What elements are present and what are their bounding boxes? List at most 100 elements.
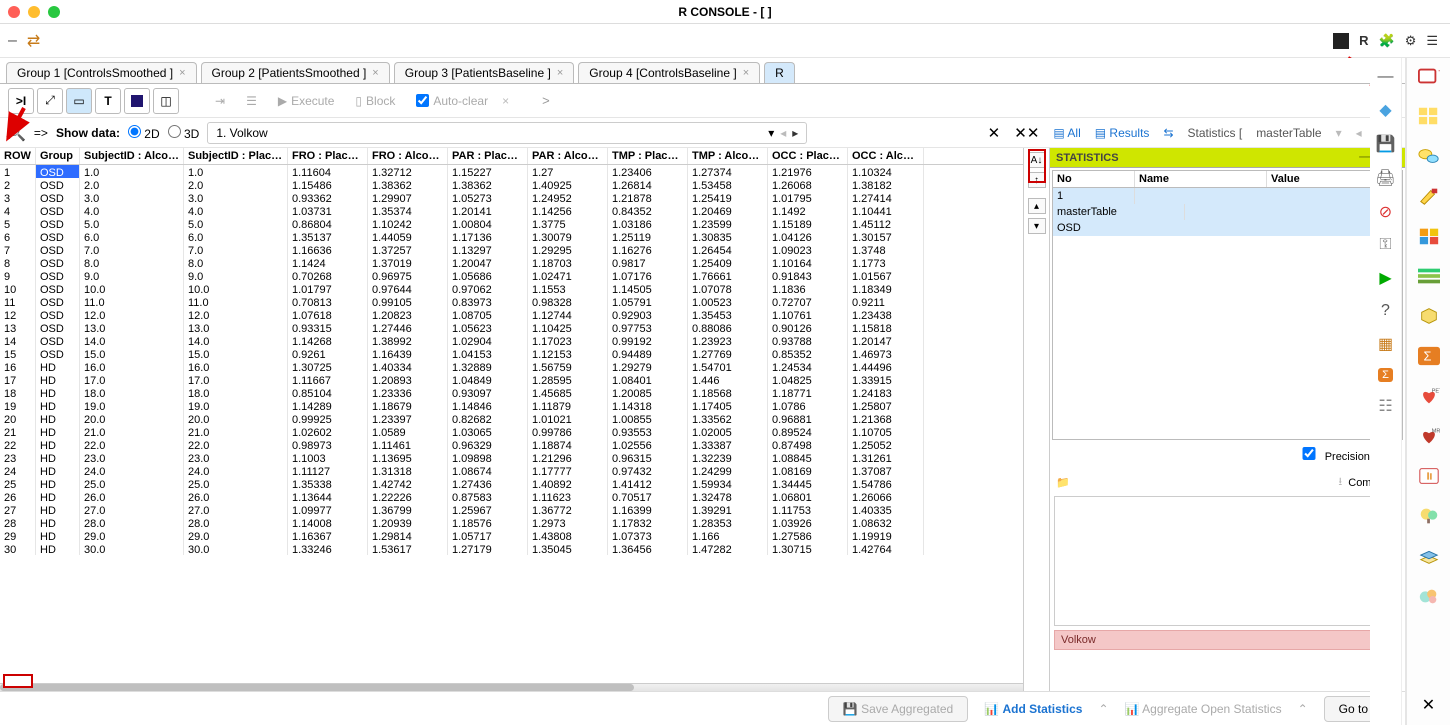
table-row[interactable]: 27HD27.027.01.099771.367991.259671.36772… bbox=[0, 503, 1023, 516]
key-icon[interactable]: ⚿ bbox=[1379, 236, 1391, 254]
tool-squares-icon[interactable] bbox=[1415, 224, 1443, 248]
tool-tree-icon[interactable] bbox=[1415, 504, 1443, 528]
r-letter-icon[interactable]: R bbox=[1359, 33, 1368, 48]
save-aggregated-button[interactable]: 💾 Save Aggregated bbox=[828, 696, 968, 722]
table-header-cell[interactable]: OCC : Placebo bbox=[768, 148, 848, 164]
table-row[interactable]: 21HD21.021.01.026021.05891.030650.997860… bbox=[0, 425, 1023, 438]
aggregate-open-stats-button[interactable]: 📊 Aggregate Open Statistics bbox=[1125, 702, 1282, 716]
down-icon[interactable]: ▾ bbox=[1028, 218, 1046, 234]
annotated-toggle[interactable] bbox=[3, 674, 33, 688]
minus-icon[interactable]: — bbox=[1378, 68, 1394, 86]
expand-up-icon[interactable]: ⌃ bbox=[1098, 702, 1108, 716]
table-row[interactable]: 1OSD1.01.01.116041.327121.152271.271.234… bbox=[0, 165, 1023, 178]
table-row[interactable]: 4OSD4.04.01.037311.353741.201411.142560.… bbox=[0, 204, 1023, 217]
window-minimize-icon[interactable] bbox=[28, 6, 40, 18]
table-row[interactable]: 10OSD10.010.01.017970.976440.970621.1553… bbox=[0, 282, 1023, 295]
tool-heart2-icon[interactable]: MRI bbox=[1415, 424, 1443, 448]
tab[interactable]: R bbox=[764, 62, 795, 83]
table-body[interactable]: 1OSD1.01.01.116041.327121.152271.271.234… bbox=[0, 165, 1023, 683]
stats-table[interactable]: No Name Value 1 masterTable OSD bbox=[1052, 170, 1403, 440]
print-icon[interactable]: 🖨 bbox=[1375, 168, 1395, 188]
tool-layers-icon[interactable] bbox=[1415, 544, 1443, 568]
mode-2d-radio[interactable]: 2D bbox=[128, 125, 160, 141]
puzzle-icon[interactable]: 🧩 bbox=[1379, 33, 1395, 49]
table-row[interactable]: 29HD29.029.01.163671.298141.057171.43808… bbox=[0, 529, 1023, 542]
close-panel-icon[interactable]: ✕ bbox=[1415, 693, 1443, 717]
table-row[interactable]: 13OSD13.013.00.933151.274461.056231.1042… bbox=[0, 321, 1023, 334]
table-row[interactable]: 12OSD12.012.01.076181.208231.087051.1274… bbox=[0, 308, 1023, 321]
download-icon[interactable]: ⭳ bbox=[1338, 473, 1342, 492]
tool-heart-icon[interactable]: PET bbox=[1415, 384, 1443, 408]
tab-close-icon[interactable]: × bbox=[372, 67, 378, 79]
close-all-icon[interactable]: ✕✕ bbox=[1014, 124, 1039, 142]
table-row[interactable]: 23HD23.023.01.10031.136951.098981.212960… bbox=[0, 451, 1023, 464]
delete-icon[interactable]: ⊘ bbox=[1379, 202, 1392, 222]
add-statistics-button[interactable]: 📊 Add Statistics bbox=[984, 702, 1082, 716]
sigma2-icon[interactable]: Σ bbox=[1378, 368, 1393, 382]
block-button[interactable]: Block bbox=[366, 94, 395, 108]
table-row[interactable]: 3OSD3.03.00.933621.299071.052731.249521.… bbox=[0, 191, 1023, 204]
table-row[interactable]: 16HD16.016.01.307251.403341.328891.56759… bbox=[0, 360, 1023, 373]
table-header-cell[interactable]: TMP : Placebo bbox=[608, 148, 688, 164]
table-row[interactable]: 14OSD14.014.01.142681.389921.029041.1702… bbox=[0, 334, 1023, 347]
hscrollbar[interactable] bbox=[0, 683, 1023, 691]
tab[interactable]: Group 1 [ControlsSmoothed ]× bbox=[6, 62, 197, 83]
tool-add-box-icon[interactable]: + bbox=[1415, 64, 1443, 88]
tool-pen-icon[interactable] bbox=[1415, 184, 1443, 208]
tool-bars-icon[interactable] bbox=[1415, 264, 1443, 288]
tab[interactable]: Group 2 [PatientsSmoothed ]× bbox=[201, 62, 390, 83]
tab-close-icon[interactable]: × bbox=[557, 67, 563, 79]
table-row[interactable]: 15OSD15.015.00.92611.164391.041531.12153… bbox=[0, 347, 1023, 360]
list-icon[interactable]: ☰ bbox=[246, 94, 257, 108]
table-row[interactable]: 30HD30.030.01.332461.536171.271791.35045… bbox=[0, 542, 1023, 555]
panel-icon[interactable]: ▭ bbox=[66, 88, 92, 114]
table-header-cell[interactable]: Group bbox=[36, 148, 80, 164]
export-icon[interactable]: ⇄ bbox=[27, 31, 40, 51]
table-icon[interactable]: ▦ bbox=[1378, 334, 1393, 354]
play-icon[interactable]: ▶ bbox=[1379, 268, 1391, 288]
table-header-cell[interactable]: FRO : Placebo bbox=[288, 148, 368, 164]
precision-checkbox[interactable]: Precision bbox=[1296, 451, 1370, 463]
tool-hand-icon[interactable] bbox=[1415, 464, 1443, 488]
stats-prev-icon[interactable]: ◂ bbox=[1356, 126, 1362, 140]
table-header-cell[interactable]: FRO : Alcohol bbox=[368, 148, 448, 164]
table-row[interactable]: 9OSD9.09.00.702680.969751.056861.024711.… bbox=[0, 269, 1023, 282]
text-icon[interactable]: T bbox=[95, 88, 121, 114]
tool-sigma-icon[interactable]: Σ bbox=[1415, 344, 1443, 368]
table-header-cell[interactable]: OCC : Alcoho bbox=[848, 148, 924, 164]
table-header-cell[interactable]: SubjectID : Placebo bbox=[184, 148, 288, 164]
folder-icon[interactable]: 📁 bbox=[1056, 476, 1070, 489]
help-icon[interactable]: ? bbox=[1381, 302, 1390, 320]
fill-icon[interactable] bbox=[124, 88, 150, 114]
table-row[interactable]: 7OSD7.07.01.166361.372571.132971.292951.… bbox=[0, 243, 1023, 256]
table-row[interactable]: 8OSD8.08.01.14241.370191.200471.187030.9… bbox=[0, 256, 1023, 269]
expand-up2-icon[interactable]: ⌃ bbox=[1298, 702, 1308, 716]
tab-close-icon[interactable]: × bbox=[179, 67, 185, 79]
table-row[interactable]: 6OSD6.06.01.351371.440591.171361.300791.… bbox=[0, 230, 1023, 243]
block-icon[interactable]: ▯ bbox=[355, 94, 362, 108]
indent-icon[interactable]: ⇥ bbox=[215, 94, 225, 108]
table-row[interactable]: 19HD19.019.01.142891.186791.148461.11879… bbox=[0, 399, 1023, 412]
table-row[interactable]: 2OSD2.02.01.154861.383621.383621.409251.… bbox=[0, 178, 1023, 191]
table-row[interactable]: 11OSD11.011.00.708130.991050.839730.9832… bbox=[0, 295, 1023, 308]
tab-close-icon[interactable]: × bbox=[743, 67, 749, 79]
stats-row[interactable]: 1 masterTable OSD bbox=[1053, 188, 1402, 236]
tool-cube-icon[interactable] bbox=[1415, 304, 1443, 328]
save-icon[interactable]: 💾 bbox=[1376, 134, 1396, 154]
run-icon[interactable]: ▶ bbox=[278, 94, 287, 108]
close-icon[interactable]: ✕ bbox=[988, 124, 1001, 142]
stop-icon[interactable] bbox=[1333, 33, 1349, 49]
table-row[interactable]: 26HD26.026.01.136441.222260.875831.11623… bbox=[0, 490, 1023, 503]
table-row[interactable]: 18HD18.018.00.851041.233360.930971.45685… bbox=[0, 386, 1023, 399]
next-icon[interactable]: ▸ bbox=[792, 126, 798, 140]
columns-icon[interactable]: ◫ bbox=[153, 88, 179, 114]
toggle-stats-icon[interactable]: ⇆ bbox=[1163, 126, 1173, 140]
tool-grid-icon[interactable] bbox=[1415, 104, 1443, 128]
table-row[interactable]: 28HD28.028.01.140081.209391.185761.29731… bbox=[0, 516, 1023, 529]
tab[interactable]: Group 4 [ControlsBaseline ]× bbox=[578, 62, 760, 83]
window-zoom-icon[interactable] bbox=[48, 6, 60, 18]
table-row[interactable]: 17HD17.017.01.116671.208931.048491.28595… bbox=[0, 373, 1023, 386]
select-all-button[interactable]: ▤ All bbox=[1053, 126, 1080, 140]
minimize-icon[interactable]: – bbox=[8, 32, 17, 50]
tool-chat-icon[interactable] bbox=[1415, 144, 1443, 168]
